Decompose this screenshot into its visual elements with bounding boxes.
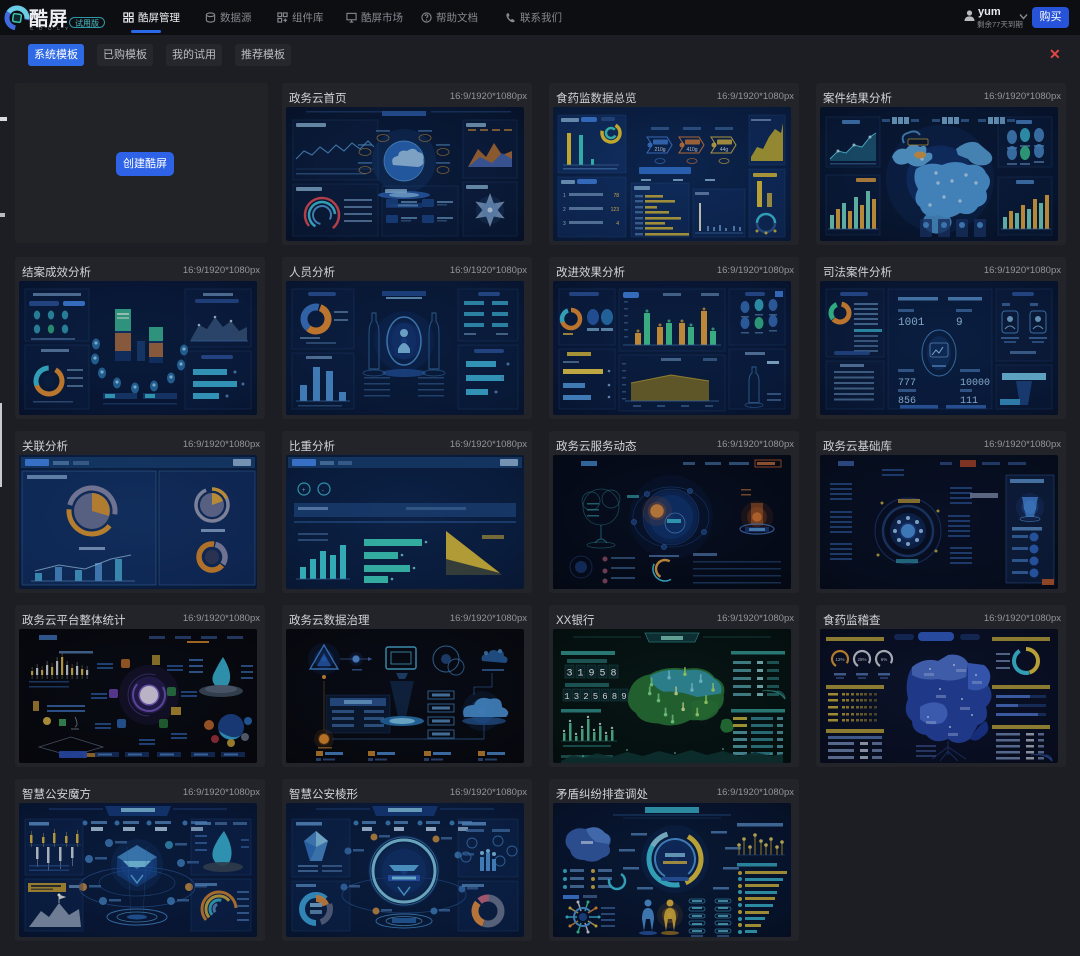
svg-text:8: 8 (610, 669, 616, 680)
svg-text:5: 5 (599, 669, 605, 680)
svg-text:12%: 12% (835, 657, 844, 662)
svg-text:1: 1 (564, 692, 569, 702)
svg-text:777: 777 (898, 378, 916, 389)
svg-text:28%: 28% (857, 657, 866, 662)
svg-text:8: 8 (612, 692, 617, 702)
svg-text:3: 3 (574, 692, 579, 702)
svg-text:9: 9 (956, 317, 963, 329)
svg-text:9: 9 (621, 692, 626, 702)
svg-text:2: 2 (563, 207, 566, 213)
svg-text:1001: 1001 (898, 317, 925, 329)
svg-text:2: 2 (583, 692, 588, 702)
svg-text:6%: 6% (881, 657, 888, 662)
svg-text:123: 123 (611, 207, 620, 213)
svg-text:44g: 44g (720, 147, 729, 153)
svg-text:1: 1 (577, 669, 583, 680)
svg-text:5: 5 (593, 692, 598, 702)
svg-text:-: - (322, 488, 324, 494)
svg-text:4: 4 (616, 221, 619, 227)
svg-text:3: 3 (563, 221, 566, 227)
svg-text:6: 6 (602, 692, 607, 702)
svg-text:410g: 410g (686, 147, 697, 153)
svg-text:3: 3 (566, 669, 572, 680)
svg-text:210g: 210g (654, 147, 665, 153)
svg-text:9: 9 (588, 669, 594, 680)
svg-text:+: + (302, 488, 306, 494)
svg-text:78: 78 (613, 193, 619, 199)
svg-text:10000: 10000 (960, 378, 990, 389)
svg-text:1: 1 (563, 193, 566, 199)
